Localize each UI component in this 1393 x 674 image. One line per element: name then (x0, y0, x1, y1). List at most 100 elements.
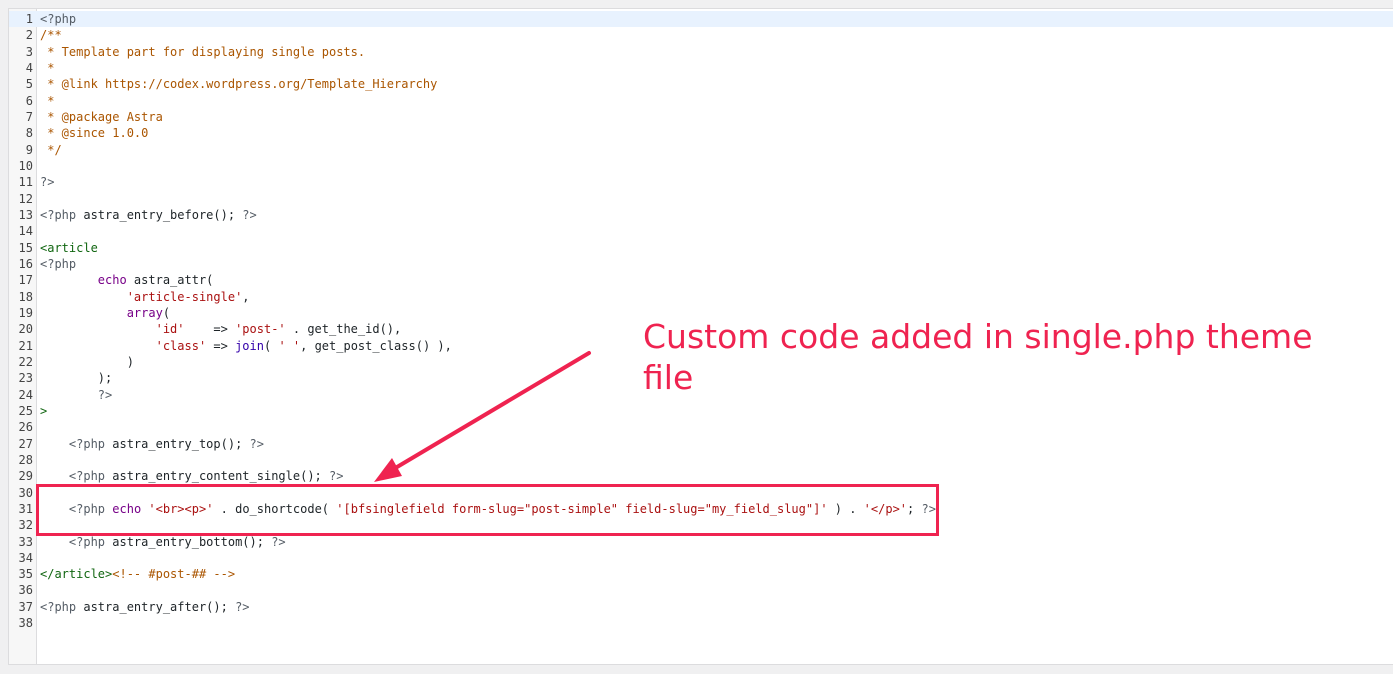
code-token: 'class' (155, 338, 207, 353)
code-line[interactable]: 37 <?php astra_entry_after(); ?> (9, 599, 1393, 615)
code-token: astra_attr( (126, 273, 214, 288)
line-code[interactable]: 'id' => 'post-' . get_the_id(), (40, 321, 402, 337)
line-code[interactable]: * (40, 93, 54, 109)
line-code[interactable]: <?php astra_entry_top(); ?> (40, 436, 264, 452)
code-line[interactable]: 13 <?php astra_entry_before(); ?> (9, 207, 1393, 223)
line-number: 7 (25, 109, 33, 124)
line-code[interactable]: ); (40, 370, 112, 386)
code-line[interactable]: 38 (9, 615, 1393, 631)
code-token: * @since 1.0.0 (40, 126, 149, 141)
code-line[interactable]: 25 > (9, 403, 1393, 419)
code-token: <article (40, 240, 98, 255)
line-code[interactable]: */ (40, 142, 61, 158)
code-line[interactable]: 15 <article (9, 240, 1393, 256)
code-line[interactable]: 26 (9, 419, 1393, 435)
line-number: 36 (18, 583, 33, 598)
line-number: 6 (25, 93, 33, 108)
code-line[interactable]: 12 (9, 191, 1393, 207)
line-number: 32 (18, 518, 33, 533)
annotation-text: Custom code added in single.php theme fi… (643, 317, 1313, 397)
line-code[interactable]: * @link https://codex.wordpress.org/Temp… (40, 76, 437, 92)
code-token: astra_entry_content_single(); (105, 469, 329, 484)
line-code[interactable]: * @package Astra (40, 109, 163, 125)
code-token: </article> (40, 567, 113, 582)
code-line[interactable]: 4 * (9, 60, 1393, 76)
code-line[interactable]: 8 * @since 1.0.0 (9, 125, 1393, 141)
code-line[interactable]: 11 ?> (9, 174, 1393, 190)
line-number: 23 (18, 371, 33, 386)
line-number: 30 (18, 485, 33, 500)
line-number: 28 (18, 452, 33, 467)
code-line[interactable]: 29 <?php astra_entry_content_single(); ?… (9, 468, 1393, 484)
line-number: 14 (18, 224, 33, 239)
line-number: 33 (18, 534, 33, 549)
code-token: ); (40, 371, 113, 386)
code-line[interactable]: 3 * Template part for displaying single … (9, 44, 1393, 60)
code-token: 'post-' (235, 322, 286, 337)
line-code[interactable]: * (40, 60, 54, 76)
code-line[interactable]: 6 * (9, 93, 1393, 109)
line-number: 3 (25, 44, 33, 59)
line-code[interactable]: ) (40, 354, 134, 370)
line-number: 38 (18, 616, 33, 631)
code-line[interactable]: 17 echo astra_attr( (9, 272, 1393, 288)
line-number: 22 (18, 354, 33, 369)
line-number: 1 (25, 12, 33, 26)
line-code[interactable]: <?php astra_entry_content_single(); ?> (40, 468, 344, 484)
line-code[interactable]: * Template part for displaying single po… (40, 44, 365, 60)
code-line[interactable]: 10 (9, 158, 1393, 174)
code-line[interactable]: 18 'article-single', (9, 289, 1393, 305)
code-line[interactable]: 16 <?php (9, 256, 1393, 272)
line-number: 8 (25, 126, 33, 141)
code-token: <?php (68, 436, 106, 451)
code-token: astra_entry_top(); (105, 436, 250, 451)
line-number: 13 (18, 207, 33, 222)
code-token: ?> (271, 534, 286, 549)
code-line[interactable]: 7 * @package Astra (9, 109, 1393, 125)
line-code[interactable]: </article><!-- #post-## --> (40, 566, 235, 582)
code-line[interactable]: 34 (9, 550, 1393, 566)
line-number: 35 (18, 567, 33, 582)
line-number: 16 (18, 256, 33, 271)
code-line[interactable]: 9 */ (9, 142, 1393, 158)
code-line[interactable]: 28 (9, 452, 1393, 468)
line-number: 20 (18, 322, 33, 337)
code-token: <?php (68, 534, 106, 549)
line-code[interactable]: <?php (40, 256, 76, 272)
line-code[interactable]: 'article-single', (40, 289, 250, 305)
line-code[interactable]: <?php astra_entry_after(); ?> (40, 599, 250, 615)
code-line[interactable]: 35 </article><!-- #post-## --> (9, 566, 1393, 582)
code-token: <?php (40, 599, 77, 614)
code-line[interactable]: 36 (9, 582, 1393, 598)
line-code[interactable]: 'class' => join( ' ', get_post_class() )… (40, 338, 452, 354)
line-code[interactable]: > (40, 403, 47, 419)
line-code[interactable]: <article (40, 240, 98, 256)
code-token: ?> (235, 599, 250, 614)
line-code[interactable]: echo astra_attr( (40, 272, 214, 288)
code-token: , get_post_class() ), (300, 338, 452, 353)
code-line[interactable]: 1 <?php (9, 11, 1393, 28)
line-code[interactable]: ?> (40, 174, 54, 190)
code-line[interactable]: 27 <?php astra_entry_top(); ?> (9, 436, 1393, 452)
line-code[interactable]: array( (40, 305, 170, 321)
code-line[interactable]: 5 * @link https://codex.wordpress.org/Te… (9, 76, 1393, 92)
line-number: 34 (18, 550, 33, 565)
code-line[interactable]: 2 /** (9, 27, 1393, 43)
code-token: 'article-single' (126, 289, 243, 304)
line-code[interactable]: <?php (40, 11, 76, 27)
line-code[interactable]: ?> (40, 387, 112, 403)
line-number: 17 (18, 273, 33, 288)
line-code[interactable]: * @since 1.0.0 (40, 125, 148, 141)
code-token: 'id' (155, 322, 185, 337)
line-code[interactable]: /** (40, 27, 62, 43)
line-number: 2 (25, 28, 33, 43)
code-token: astra_entry_after(); (76, 599, 236, 614)
line-number: 27 (18, 436, 33, 451)
code-token: astra_entry_bottom(); (105, 534, 272, 549)
line-number: 31 (18, 501, 33, 516)
line-code[interactable]: <?php astra_entry_before(); ?> (40, 207, 257, 223)
code-line[interactable]: 14 (9, 223, 1393, 239)
